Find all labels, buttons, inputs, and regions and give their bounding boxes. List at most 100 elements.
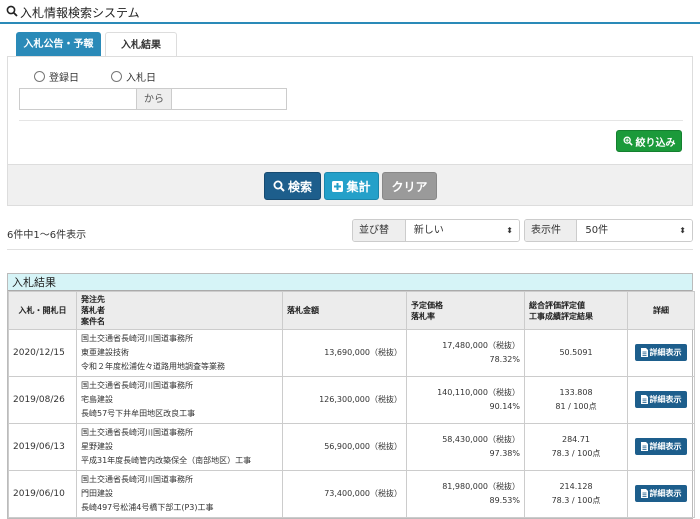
radio-circle[interactable]: [111, 71, 122, 82]
row-detail: 詳細表示: [627, 470, 695, 518]
row-rate: 90.14%: [489, 402, 520, 411]
detail-button-label: 詳細表示: [649, 441, 682, 451]
table-row: 2019/08/26 国土交通省長崎河川国道事務所 宅島建設 長崎57号下井牟田地区改…: [8, 376, 695, 424]
row-orderer: 国土交通省長崎河川国道事務所: [81, 475, 193, 484]
radio-label: 入札日: [126, 73, 156, 84]
tab-announcements[interactable]: 入札公告・予報: [16, 32, 101, 57]
row-planned-price: 140,110,000（税抜）: [437, 388, 520, 397]
col-detail: 詳細: [627, 291, 695, 330]
row-planned-price: 58,430,000（税抜）: [442, 435, 520, 444]
row-price: 81,980,000（税抜） 89.53%: [406, 470, 525, 518]
zoom-in-icon: [623, 136, 633, 146]
row-winner: 門田建設: [81, 489, 113, 498]
row-project: 令和２年度松浦佐々道路用地調査等業務: [81, 362, 225, 371]
detail-button-label: 詳細表示: [649, 347, 682, 357]
document-icon: [640, 442, 648, 451]
per-page-select[interactable]: 50件 ⬍: [577, 220, 692, 241]
col-eval: 総合評価評定値 工事成績評定結果: [524, 291, 628, 330]
detail-button-label: 詳細表示: [649, 488, 682, 498]
row-info: 国土交通省長崎河川国道事務所 宅島建設長崎57号下井牟田地区改良工事: [76, 376, 283, 424]
row-eval: 133.808 81 / 100点: [524, 376, 628, 424]
col-info-orderer: 発注先: [81, 295, 105, 304]
col-eval-score: 総合評価評定値: [529, 300, 585, 310]
per-page-label: 表示件数: [525, 220, 578, 241]
row-date: 2019/06/10: [8, 470, 77, 518]
search-button[interactable]: 検索: [264, 172, 321, 200]
sort-select[interactable]: 新しい ⬍: [405, 220, 519, 241]
row-info: 国土交通省長崎河川国道事務所 門田建設長崎497号松浦4号橋下部工(P3)工事: [76, 470, 283, 518]
row-eval-result: 81 / 100点: [555, 402, 597, 411]
sort-group: 並び替え 新しい ⬍: [352, 219, 520, 242]
table-row: 2019/06/13 国土交通省長崎河川国道事務所 星野建設 平成31年度長崎管内改築…: [8, 423, 695, 471]
col-price-planned: 予定価格: [411, 300, 443, 310]
row-winner: 宅島建設: [81, 395, 113, 404]
row-amount: 73,400,000（税抜）: [282, 470, 407, 518]
row-eval: 214.128 78.3 / 100点: [524, 470, 628, 518]
row-eval-score: 133.808: [559, 388, 593, 397]
document-icon: [640, 348, 648, 357]
table-row: 2020/12/15 国土交通省長崎河川国道事務所 東亜建設技術 令和２年度松浦佐々道…: [8, 329, 695, 377]
col-price-rate: 落札率: [411, 311, 435, 321]
date-from-input[interactable]: [19, 88, 137, 110]
row-detail: 詳細表示: [627, 423, 695, 471]
detail-button[interactable]: 詳細表示: [635, 344, 687, 361]
row-eval-score: 284.71: [562, 435, 590, 444]
row-info: 国土交通省長崎河川国道事務所 星野建設平成31年度長崎管内改築保全（南部地区）工事: [76, 423, 283, 471]
radio-circle[interactable]: [34, 71, 45, 82]
aggregate-button[interactable]: 集計: [324, 172, 379, 200]
row-orderer: 国土交通省長崎河川国道事務所: [81, 381, 193, 390]
col-info: 発注先 落札者 案件名: [76, 291, 283, 330]
select-arrows-icon: ⬍: [679, 226, 686, 235]
result-count: 6件中1〜6件表示: [7, 230, 87, 241]
search-panel: 登録日 入札日 から 絞り込み: [7, 56, 693, 164]
row-date: 2019/06/13: [8, 423, 77, 471]
row-orderer: 国土交通省長崎河川国道事務所: [81, 334, 193, 343]
date-separator: から: [137, 88, 171, 110]
divider: [7, 249, 693, 250]
row-eval-result: 78.3 / 100点: [551, 449, 601, 458]
row-project: 平成31年度長崎管内改築保全（南部地区）工事: [81, 456, 252, 465]
row-rate: 89.53%: [489, 496, 520, 505]
results-panel: 入札結果 入札・開札日 発注先 落札者 案件名 落札金額 予定価格 落札率 総合評価評…: [7, 273, 695, 519]
col-eval-result: 工事成績評定結果: [529, 311, 593, 321]
col-price: 予定価格 落札率: [406, 291, 525, 330]
document-icon: [640, 395, 648, 404]
results-title: 入札結果: [8, 274, 692, 291]
table-row: 2019/06/10 国土交通省長崎河川国道事務所 門田建設 長崎497号松浦4号橋下…: [8, 470, 695, 518]
radio-bid-date[interactable]: 入札日: [111, 69, 156, 84]
clear-button[interactable]: クリア: [382, 172, 437, 200]
results-table: 入札・開札日 発注先 落札者 案件名 落札金額 予定価格 落札率 総合評価評定値 工事成…: [8, 291, 695, 518]
sort-select-value: 新しい: [413, 225, 444, 236]
row-detail: 詳細表示: [627, 329, 695, 377]
row-winner: 星野建設: [81, 442, 113, 451]
row-rate: 78.32%: [489, 355, 520, 364]
filter-button[interactable]: 絞り込み: [616, 130, 682, 152]
detail-button[interactable]: 詳細表示: [635, 485, 687, 502]
row-project: 長崎57号下井牟田地区改良工事: [81, 409, 196, 418]
radio-registered-date[interactable]: 登録日: [34, 69, 79, 84]
filter-button-label: 絞り込み: [635, 137, 676, 149]
detail-button[interactable]: 詳細表示: [635, 438, 687, 455]
row-project: 長崎497号松浦4号橋下部工(P3)工事: [81, 503, 214, 512]
date-to-input[interactable]: [171, 88, 287, 110]
col-date-label: 入札・開札日: [18, 306, 67, 315]
row-eval-score: 50.5091: [559, 348, 593, 357]
row-rate: 97.38%: [489, 449, 520, 458]
row-amount: 56,900,000（税抜）: [282, 423, 407, 471]
tab-results[interactable]: 入札結果: [105, 32, 177, 57]
row-amount: 126,300,000（税抜）: [282, 376, 407, 424]
per-page-group: 表示件数 50件 ⬍: [524, 219, 693, 242]
col-info-winner: 落札者: [81, 306, 105, 315]
row-date: 2019/08/26: [8, 376, 77, 424]
row-eval: 284.71 78.3 / 100点: [524, 423, 628, 471]
detail-button[interactable]: 詳細表示: [635, 391, 687, 408]
row-planned-price: 81,980,000（税抜）: [442, 482, 520, 491]
row-eval: 50.5091: [524, 329, 628, 377]
row-planned-price: 17,480,000（税抜）: [442, 341, 520, 350]
row-price: 58,430,000（税抜） 97.38%: [406, 423, 525, 471]
row-eval-result: 78.3 / 100点: [551, 496, 601, 505]
row-price: 140,110,000（税抜） 90.14%: [406, 376, 525, 424]
row-orderer: 国土交通省長崎河川国道事務所: [81, 428, 193, 437]
plus-square-icon: [332, 180, 344, 192]
search-button-label: 検索: [287, 179, 312, 194]
